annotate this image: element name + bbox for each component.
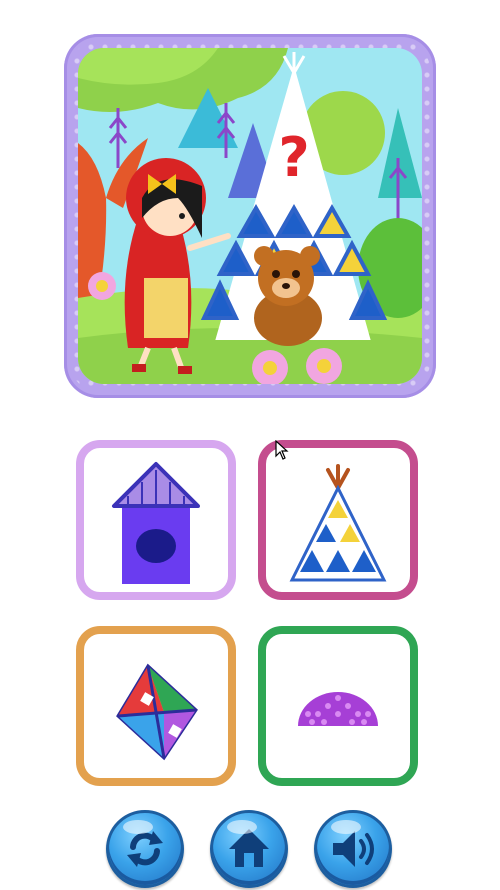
birdhouse-icon: [112, 462, 200, 584]
scene-frame: ?: [64, 34, 436, 398]
question-mark: ?: [278, 126, 309, 189]
restart-icon: [127, 831, 163, 867]
sound-button[interactable]: [314, 810, 392, 888]
kite-icon: [116, 663, 198, 761]
answer-dome-card[interactable]: [258, 626, 418, 786]
mouse-cursor-icon: [275, 440, 289, 460]
scene-picture: ?: [78, 48, 422, 384]
tent-icon: [289, 464, 387, 582]
home-button[interactable]: [210, 810, 288, 888]
answer-kite-card[interactable]: [76, 626, 236, 786]
answer-birdhouse-card[interactable]: [76, 440, 236, 600]
restart-button[interactable]: [106, 810, 184, 888]
speaker-icon: [333, 831, 374, 867]
home-icon: [229, 829, 269, 867]
answer-tent-card[interactable]: [258, 440, 418, 600]
dome-icon: [298, 692, 378, 726]
